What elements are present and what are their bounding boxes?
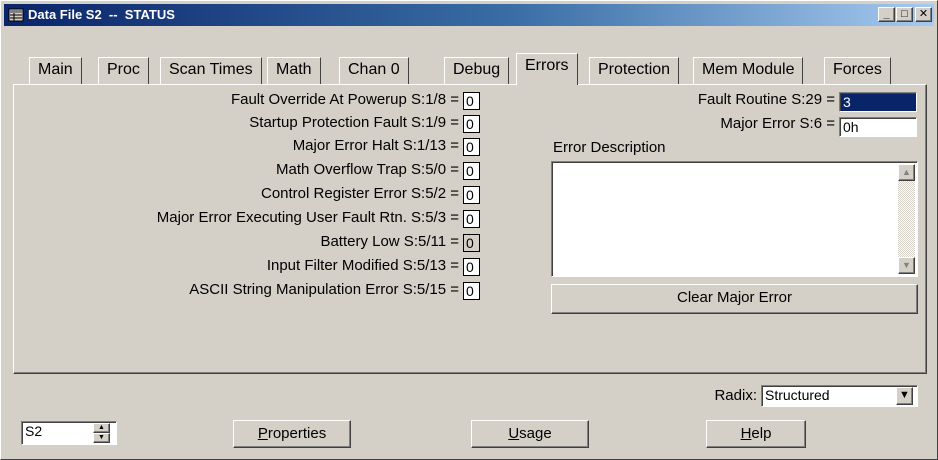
maximize-button[interactable]: □ [896,7,913,22]
properties-button[interactable]: Properties [233,420,351,448]
clear-major-error-button[interactable]: Clear Major Error [551,284,918,314]
help-hotkey: H [740,425,752,442]
ascii-string-label: ASCII String Manipulation Error S:5/15 = [189,281,459,298]
scroll-down-arrow-icon[interactable]: ▼ [898,257,915,274]
spin-up-icon[interactable]: ▲ [93,423,110,433]
tab-math[interactable]: Math [267,57,321,85]
dropdown-arrow-icon[interactable]: ▼ [896,387,913,405]
scroll-up-arrow-icon[interactable]: ▲ [898,164,915,181]
help-label: elp [751,425,772,442]
math-overflow-label: Math Overflow Trap S:5/0 = [276,161,459,178]
math-overflow-value[interactable]: 0 [463,162,480,180]
close-button[interactable]: ✕ [915,7,932,22]
control-register-label: Control Register Error S:5/2 = [261,185,459,202]
help-button[interactable]: Help [706,420,806,448]
data-file-icon [8,8,24,22]
minimize-button[interactable]: _ [878,7,895,22]
tab-mem-module[interactable]: Mem Module [693,57,804,85]
tab-debug[interactable]: Debug [444,57,510,85]
tab-chan-0[interactable]: Chan 0 [339,57,409,85]
file-number-value: S2 [25,423,43,439]
radix-label: Radix: [714,387,757,404]
radix-value: Structured [765,387,830,403]
control-register-value[interactable]: 0 [463,186,480,204]
fault-routine-label: Fault Routine S:29 = [697,91,835,108]
major-error-halt-label: Major Error Halt S:1/13 = [292,137,459,154]
major-error-halt-value[interactable]: 0 [463,138,480,156]
usage-label: sage [519,425,552,442]
tab-protection[interactable]: Protection [589,57,680,85]
battery-low-label: Battery Low S:5/11 = [320,233,459,250]
error-description-textarea[interactable]: ▲ ▼ [551,161,918,277]
properties-label: roperties [267,425,327,442]
major-error-field[interactable]: 0h [839,117,917,137]
fault-override-label: Fault Override At Powerup S:1/8 = [230,91,459,108]
usage-hotkey: U [508,425,520,442]
file-number-spinner[interactable]: S2 ▲ ▼ [21,421,117,445]
battery-low-value: 0 [463,234,480,252]
input-filter-label: Input Filter Modified S:5/13 = [266,257,459,274]
window-title: Data File S2 -- STATUS [28,7,175,22]
startup-protection-label: Startup Protection Fault S:1/9 = [249,114,459,131]
major-error-label: Major Error S:6 = [720,115,835,132]
data-file-window: Data File S2 -- STATUS _ □ ✕ Main Proc S… [0,0,938,460]
radix-select[interactable]: Structured ▼ [761,385,918,407]
tab-main[interactable]: Main [29,57,82,85]
fault-routine-field[interactable]: 3 [839,92,917,112]
tab-forces[interactable]: Forces [824,57,891,85]
error-description-label: Error Description [553,139,666,156]
spin-down-icon[interactable]: ▼ [93,433,110,443]
fault-override-value[interactable]: 0 [463,92,480,110]
properties-hotkey: P [257,425,268,442]
tab-proc[interactable]: Proc [98,57,149,85]
startup-protection-value[interactable]: 0 [463,115,480,133]
user-fault-label: Major Error Executing User Fault Rtn. S:… [156,209,459,226]
tab-scan-times[interactable]: Scan Times [160,57,262,85]
ascii-string-value[interactable]: 0 [463,282,480,300]
tab-errors[interactable]: Errors [516,53,578,85]
input-filter-value[interactable]: 0 [463,258,480,276]
usage-button[interactable]: Usage [471,420,589,448]
user-fault-value[interactable]: 0 [463,210,480,228]
title-bar[interactable]: Data File S2 -- STATUS _ □ ✕ [4,4,934,26]
